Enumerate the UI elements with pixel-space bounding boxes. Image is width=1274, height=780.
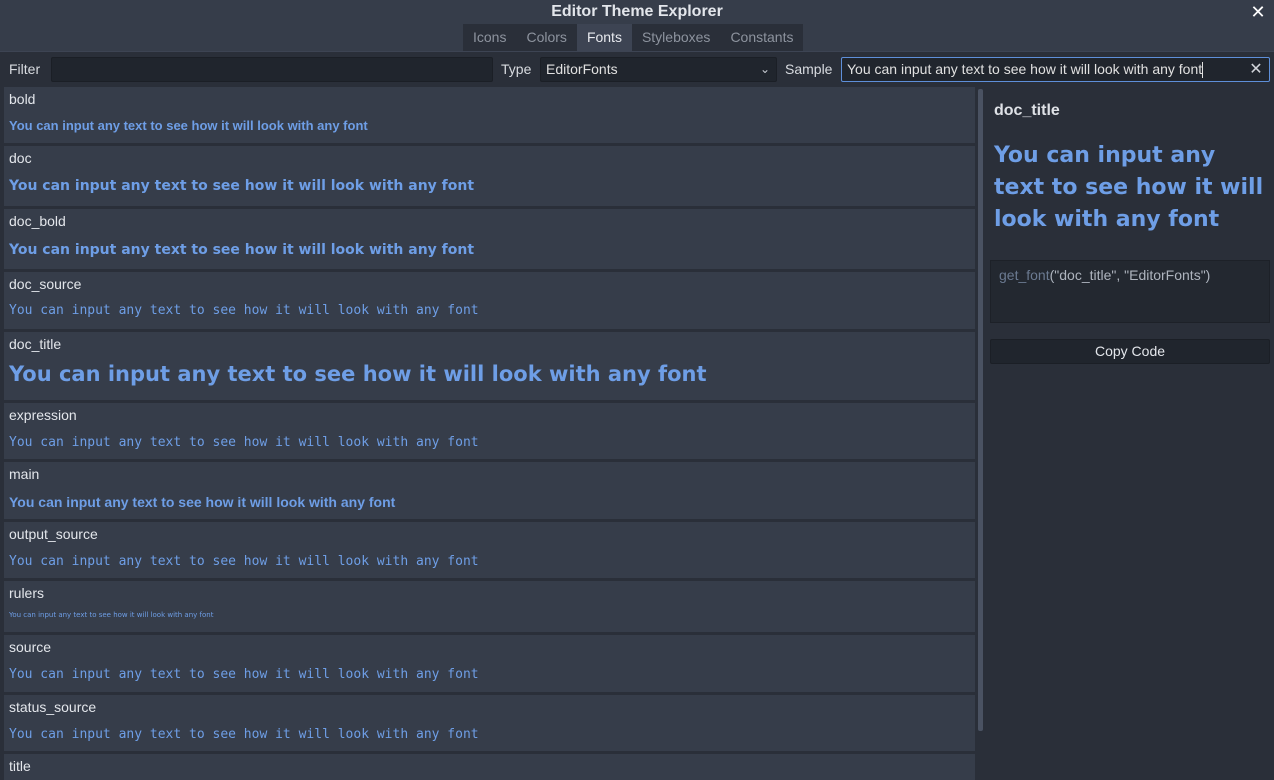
scrollbar-thumb[interactable] (978, 89, 983, 731)
copy-code-button[interactable]: Copy Code (990, 339, 1270, 364)
code-function: get_font (999, 267, 1050, 283)
filter-row: Filter Type EditorFonts ⌄ Sample You can… (0, 56, 1274, 83)
font-name: output_source (9, 526, 98, 542)
font-sample: You can input any text to see how it wil… (9, 303, 479, 318)
code-box[interactable]: get_font("doc_title", "EditorFonts") (990, 260, 1270, 323)
font-name: doc_bold (9, 213, 66, 229)
code-arguments: ("doc_title", "EditorFonts") (1049, 267, 1211, 283)
list-item[interactable]: title (4, 754, 975, 780)
list-item[interactable]: expression You can input any text to see… (4, 403, 975, 459)
list-item[interactable]: source You can input any text to see how… (4, 635, 975, 692)
type-select-value: EditorFonts (546, 61, 618, 77)
list-item[interactable]: doc_title You can input any text to see … (4, 332, 975, 400)
list-item[interactable]: status_source You can input any text to … (4, 695, 975, 751)
font-sample: You can input any text to see how it wil… (9, 727, 479, 742)
editor-theme-explorer-window: Editor Theme Explorer ✕ Icons Colors Fon… (0, 0, 1274, 780)
tab-constants[interactable]: Constants (720, 24, 804, 51)
font-name: bold (9, 91, 36, 107)
tab-colors[interactable]: Colors (516, 24, 577, 51)
window-title: Editor Theme Explorer (551, 3, 723, 20)
chevron-down-icon: ⌄ (759, 62, 771, 76)
font-sample: You can input any text to see how it wil… (9, 494, 396, 510)
font-name: doc_source (9, 276, 82, 292)
font-sample: You can input any text to see how it wil… (9, 118, 368, 133)
font-sample: You can input any text to see how it wil… (9, 667, 479, 682)
tab-bar: Icons Colors Fonts Styleboxes Constants (463, 24, 804, 51)
list-item[interactable]: doc_source You can input any text to see… (4, 272, 975, 329)
font-name: doc_title (9, 336, 62, 352)
list-item[interactable]: output_source You can input any text to … (4, 522, 975, 578)
font-name: doc (9, 150, 32, 166)
font-name: rulers (9, 585, 45, 601)
list-item[interactable]: bold You can input any text to see how i… (4, 87, 975, 143)
type-select[interactable]: EditorFonts ⌄ (540, 57, 777, 82)
filter-label: Filter (9, 61, 41, 77)
font-list: bold You can input any text to see how i… (4, 87, 975, 780)
sample-input-value: You can input any text to see how it wil… (847, 61, 1203, 77)
close-icon[interactable]: ✕ (1248, 2, 1268, 22)
list-item[interactable]: doc You can input any text to see how it… (4, 146, 975, 206)
font-sample: You can input any text to see how it wil… (9, 611, 214, 619)
list-item[interactable]: rulers You can input any text to see how… (4, 581, 975, 632)
title-bar: Editor Theme Explorer ✕ (0, 0, 1274, 24)
font-sample: You can input any text to see how it wil… (9, 242, 475, 258)
font-name: expression (9, 407, 77, 423)
list-item[interactable]: doc_bold You can input any text to see h… (4, 209, 975, 269)
list-item[interactable]: main You can input any text to see how i… (4, 462, 975, 519)
font-sample: You can input any text to see how it wil… (9, 362, 707, 386)
clear-icon[interactable]: ✕ (1249, 58, 1263, 81)
type-label: Type (501, 61, 532, 77)
fonts-panel: Filter Type EditorFonts ⌄ Sample You can… (0, 51, 1274, 780)
tab-fonts[interactable]: Fonts (576, 24, 632, 51)
font-sample: You can input any text to see how it wil… (9, 178, 475, 194)
font-name: status_source (9, 699, 97, 715)
font-name: main (9, 466, 40, 482)
font-sample: You can input any text to see how it wil… (9, 554, 479, 569)
tab-styleboxes[interactable]: Styleboxes (631, 24, 721, 51)
text-caret (1202, 62, 1204, 79)
tab-icons[interactable]: Icons (463, 24, 517, 51)
font-name: source (9, 639, 52, 655)
font-sample: You can input any text to see how it wil… (9, 435, 479, 450)
sample-label: Sample (785, 61, 833, 77)
preview-sample: You can input any text to see how it wil… (994, 143, 1264, 232)
sample-input[interactable]: You can input any text to see how it wil… (841, 57, 1270, 82)
preview-font-name: doc_title (994, 102, 1060, 119)
font-name: title (9, 758, 31, 774)
filter-input[interactable] (51, 57, 493, 82)
